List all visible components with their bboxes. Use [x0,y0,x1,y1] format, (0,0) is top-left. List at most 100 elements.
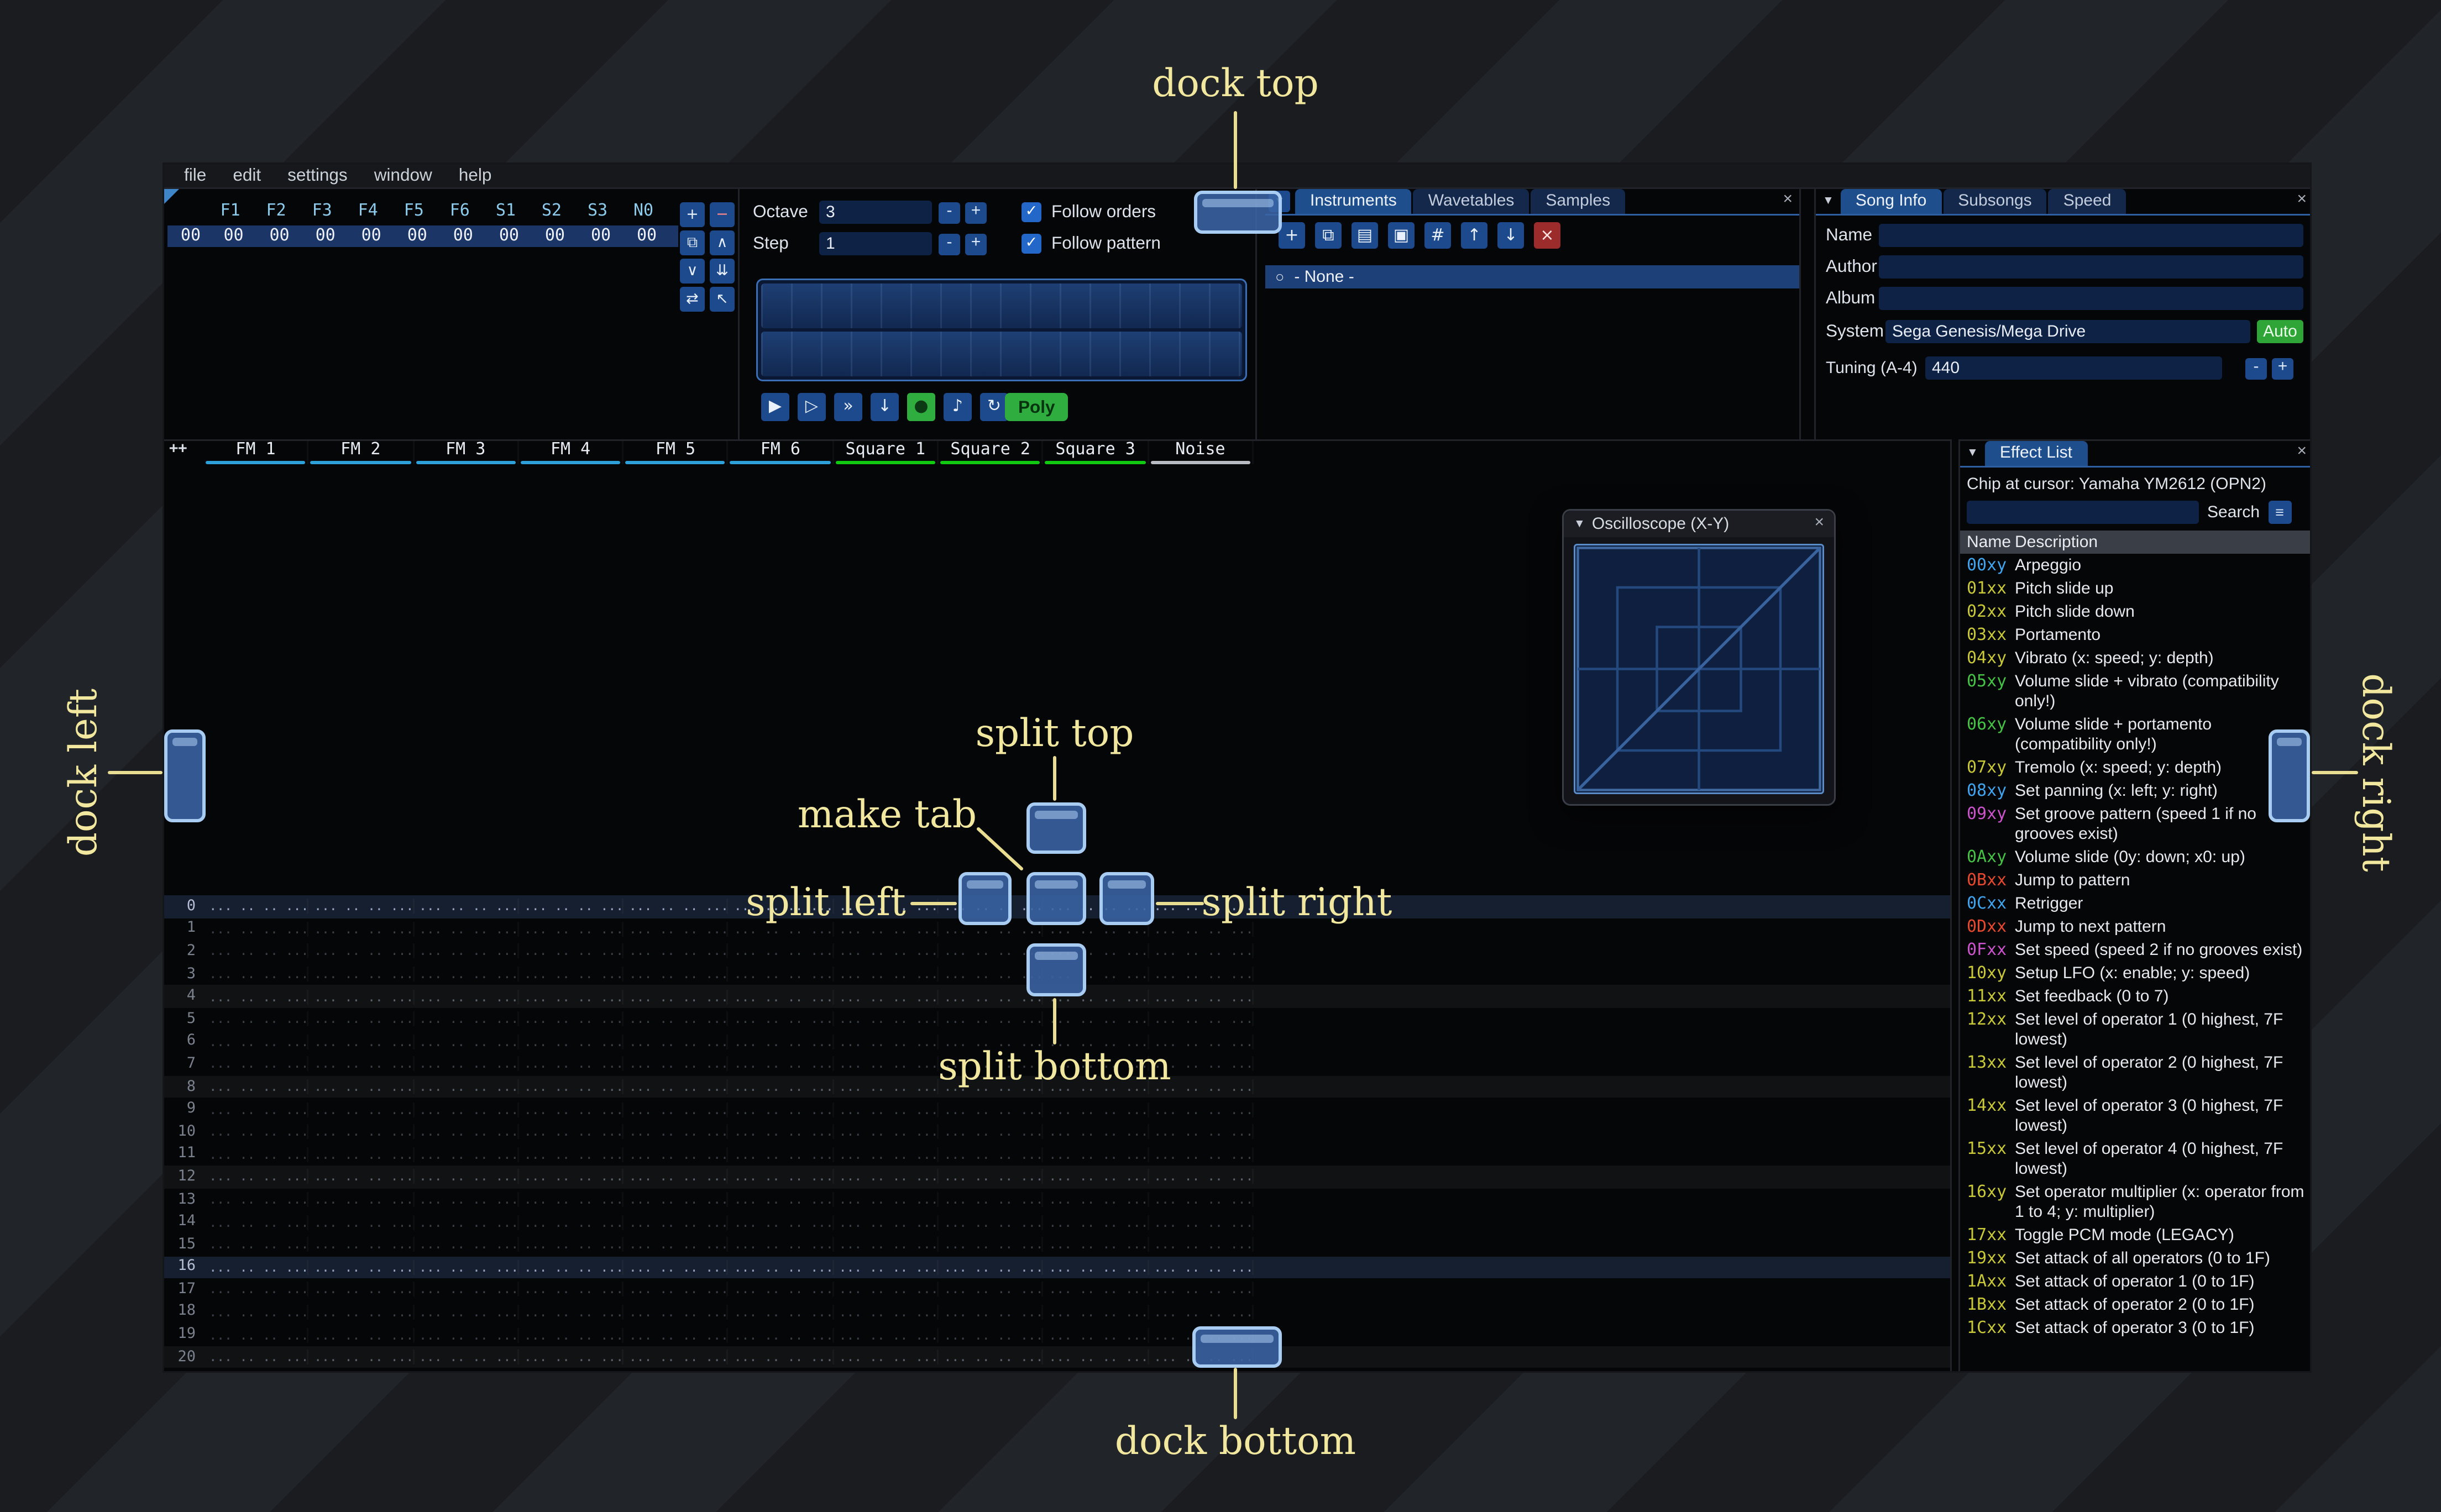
pattern-cell-fm-2[interactable]: ... .. .. .... [309,1169,414,1184]
octave-input[interactable] [819,201,932,224]
pattern-cell-square-2[interactable]: ... .. .. .... [939,1282,1044,1297]
pattern-cell-fm-1[interactable]: ... .. .. .... [204,1259,309,1274]
pattern-cell-square-2[interactable]: ... .. .. .... [939,1237,1044,1252]
pattern-cell-fm-2[interactable]: ... .. .. .... [309,1372,414,1373]
orders-change-all-button[interactable]: ⇄ [680,287,705,312]
pattern-cell-fm-1[interactable]: ... .. .. .... [204,1215,309,1230]
tuning-decrease-button[interactable]: - [2245,357,2267,379]
pattern-cell-fm-6[interactable]: ... .. .. .... [729,1237,834,1252]
pattern-cell-fm-6[interactable]: ... .. .. .... [729,967,834,981]
pattern-cell-fm-6[interactable]: ... .. .. .... [729,989,834,1004]
pattern-cell-fm-4[interactable]: ... .. .. .... [519,1079,624,1094]
pattern-cell-fm-4[interactable]: ... .. .. .... [519,1147,624,1162]
pattern-cell-fm-6[interactable]: ... .. .. .... [729,1215,834,1230]
pattern-cell-fm-4[interactable]: ... .. .. .... [519,1012,624,1027]
instruments-save-button[interactable]: ▣ [1388,222,1415,249]
pattern-cell-fm-5[interactable]: ... .. .. .... [624,1035,729,1049]
pattern-cell-square-1[interactable]: ... .. .. .... [834,1305,939,1320]
pattern-cell-square-3[interactable]: ... .. .. .... [1044,1327,1149,1342]
pattern-cell-fm-1[interactable]: ... .. .. .... [204,1282,309,1297]
pattern-cell-fm-2[interactable]: ... .. .. .... [309,1327,414,1342]
pattern-cell-fm-4[interactable]: ... .. .. .... [519,989,624,1004]
instruments-toggle-folders-button[interactable]: # [1424,222,1451,249]
pattern-cell-fm-2[interactable]: ... .. .. .... [309,967,414,981]
pattern-cell-fm-5[interactable]: ... .. .. .... [624,1102,729,1117]
transport-metronome-button[interactable]: ♪ [944,393,972,421]
pattern-cell-fm-4[interactable]: ... .. .. .... [519,1305,624,1320]
pattern-cell-noise[interactable]: ... .. .. .... [1149,989,1254,1004]
pattern-cell-noise[interactable]: ... .. .. .... [1149,967,1254,981]
pattern-cell-fm-4[interactable]: ... .. .. .... [519,967,624,981]
menu-window[interactable]: window [361,166,446,186]
pattern-cell-square-1[interactable]: ... .. .. .... [834,1259,939,1274]
pattern-cell-square-1[interactable]: ... .. .. .... [834,1372,939,1373]
pattern-cell-fm-2[interactable]: ... .. .. .... [309,944,414,959]
pattern-cell-fm-6[interactable]: ... .. .. .... [729,1192,834,1207]
pattern-cell-square-2[interactable]: ... .. .. .... [939,1012,1044,1027]
pattern-cell-fm-6[interactable]: ... .. .. .... [729,1259,834,1274]
pattern-cell-fm-3[interactable]: ... .. .. .... [414,1169,519,1184]
instruments-open-button[interactable]: ▤ [1352,222,1378,249]
split-top-target[interactable] [1026,802,1086,854]
make-tab-target[interactable] [1026,872,1086,925]
transport-step-down-button[interactable]: ↓ [871,393,899,421]
pattern-cell-fm-3[interactable]: ... .. .. .... [414,1057,519,1072]
channel-header-fm-1[interactable]: FM 1 [204,441,309,464]
pattern-cell-fm-5[interactable]: ... .. .. .... [624,1192,729,1207]
effect-list-close-button[interactable]: × [2297,444,2307,461]
pattern-cell-fm-6[interactable]: ... .. .. .... [729,1372,834,1373]
pattern-cell-fm-1[interactable]: ... .. .. .... [204,1169,309,1184]
pattern-cell-fm-4[interactable]: ... .. .. .... [519,1372,624,1373]
transport-record-button[interactable]: ● [907,393,935,421]
channel-header-fm-3[interactable]: FM 3 [414,441,519,464]
pattern-cell-fm-5[interactable]: ... .. .. .... [624,1079,729,1094]
channel-header-square-2[interactable]: Square 2 [939,441,1044,464]
tab-subsongs[interactable]: Subsongs [1943,189,2047,214]
transport-play-button[interactable]: ▶ [761,393,789,421]
pattern-cell-fm-3[interactable]: ... .. .. .... [414,1102,519,1117]
pattern-cell-square-1[interactable]: ... .. .. .... [834,1169,939,1184]
pattern-cell-square-1[interactable]: ... .. .. .... [834,1147,939,1162]
channel-header-square-3[interactable]: Square 3 [1044,441,1149,464]
pattern-cell-fm-1[interactable]: ... .. .. .... [204,899,309,914]
pattern-cell-square-3[interactable]: ... .. .. .... [1044,1305,1149,1320]
pattern-cell-fm-2[interactable]: ... .. .. .... [309,1305,414,1320]
oscilloscope-titlebar[interactable]: ▼ Oscilloscope (X-Y) × [1564,511,1834,537]
pattern-cell-fm-5[interactable]: ... .. .. .... [624,1305,729,1320]
pattern-cell-fm-5[interactable]: ... .. .. .... [624,1259,729,1274]
order-cell-f3[interactable]: 00 [302,227,348,245]
pattern-cell-square-1[interactable]: ... .. .. .... [834,1079,939,1094]
order-cell-n0[interactable]: 00 [624,227,670,245]
pattern-cell-fm-2[interactable]: ... .. .. .... [309,1237,414,1252]
pattern-cell-fm-3[interactable]: ... .. .. .... [414,1237,519,1252]
pattern-cell-fm-4[interactable]: ... .. .. .... [519,1259,624,1274]
pattern-cell-fm-3[interactable]: ... .. .. .... [414,1147,519,1162]
pattern-cell-fm-6[interactable]: ... .. .. .... [729,944,834,959]
pattern-cell-fm-1[interactable]: ... .. .. .... [204,1327,309,1342]
pattern-cell-fm-4[interactable]: ... .. .. .... [519,1237,624,1252]
pattern-cell-fm-2[interactable]: ... .. .. .... [309,1057,414,1072]
pattern-cell-noise[interactable]: ... .. .. .... [1149,1192,1254,1207]
pattern-cell-fm-3[interactable]: ... .. .. .... [414,1372,519,1373]
pattern-cell-square-3[interactable]: ... .. .. .... [1044,1169,1149,1184]
album-field[interactable] [1879,287,2303,310]
tab-wavetables[interactable]: Wavetables [1413,189,1529,214]
pattern-cell-fm-1[interactable]: ... .. .. .... [204,1147,309,1162]
pattern-cell-fm-2[interactable]: ... .. .. .... [309,899,414,914]
pattern-cell-fm-2[interactable]: ... .. .. .... [309,1192,414,1207]
pattern-cell-fm-4[interactable]: ... .. .. .... [519,1169,624,1184]
pattern-cell-noise[interactable]: ... .. .. .... [1149,1305,1254,1320]
piano-lower-row[interactable] [761,332,1242,376]
pattern-cell-square-1[interactable]: ... .. .. .... [834,1327,939,1342]
orders-add-button[interactable]: + [680,202,705,227]
orders-row[interactable]: 00 00 00 00 00 00 00 00 00 00 00 [167,225,678,247]
pattern-cell-fm-1[interactable]: ... .. .. .... [204,1192,309,1207]
pattern-cell-square-2[interactable]: ... .. .. .... [939,1215,1044,1230]
pattern-cell-fm-2[interactable]: ... .. .. .... [309,1035,414,1049]
orders-duplicate-button[interactable]: ⧉ [680,230,705,255]
pattern-cell-fm-4[interactable]: ... .. .. .... [519,1350,624,1365]
pattern-cell-fm-6[interactable]: ... .. .. .... [729,1057,834,1072]
order-cell-f6[interactable]: 00 [440,227,486,245]
instruments-move-down-button[interactable]: ↓ [1497,222,1524,249]
pattern-cell-square-3[interactable]: ... .. .. .... [1044,1350,1149,1365]
